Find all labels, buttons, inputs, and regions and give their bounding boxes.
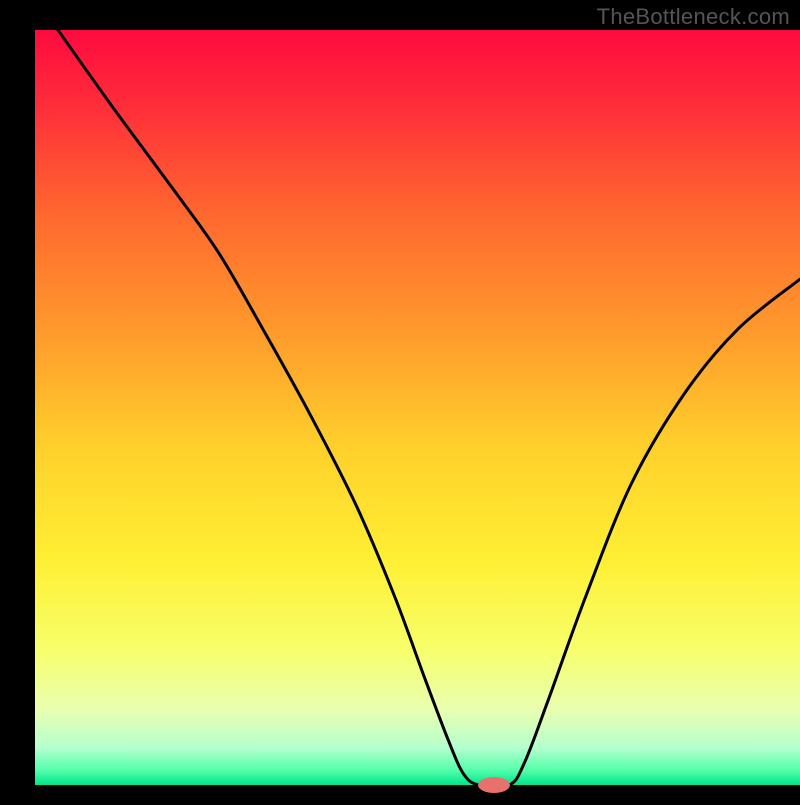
bottleneck-chart bbox=[0, 0, 800, 800]
chart-svg bbox=[0, 0, 800, 800]
plot-background bbox=[35, 30, 800, 785]
optimal-marker bbox=[478, 777, 510, 793]
watermark-text: TheBottleneck.com bbox=[597, 4, 790, 30]
